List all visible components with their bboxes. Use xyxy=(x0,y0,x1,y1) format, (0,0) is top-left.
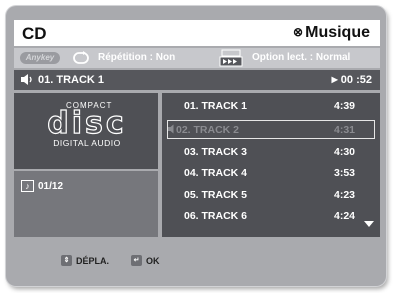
scroll-down-icon[interactable] xyxy=(364,221,374,227)
elapsed-time: ▶ 00 :52 xyxy=(332,74,372,86)
ok-label: OK xyxy=(146,255,160,266)
speaker-icon xyxy=(20,73,34,89)
up-down-arrows-icon: ⇕ xyxy=(61,255,72,266)
track-name: 05. TRACK 5 xyxy=(184,189,248,201)
play-option-icon xyxy=(219,49,243,70)
ok-hint: ↵ OK xyxy=(131,255,160,266)
track-duration: 4:24 xyxy=(333,210,355,222)
logo-digital-audio-text: DIGITAL AUDIO xyxy=(53,138,121,148)
disc-symbol-icon: ⊗ xyxy=(293,25,304,39)
track-duration: 4:30 xyxy=(333,146,355,158)
move-hint: ⇕ DÉPLA. xyxy=(61,255,109,266)
elapsed-time-value: 00 :52 xyxy=(340,74,372,86)
repeat-icon xyxy=(71,51,91,68)
track-counter: 01/12 xyxy=(38,181,64,192)
move-label: DÉPLA. xyxy=(76,255,110,266)
now-playing-track: 01. TRACK 1 xyxy=(38,74,105,86)
track-row[interactable]: 05. TRACK 5 4:23 xyxy=(168,186,374,203)
track-row[interactable]: 04. TRACK 4 3:53 xyxy=(168,164,374,181)
play-icon: ▶ xyxy=(331,75,338,84)
track-name: 06. TRACK 6 xyxy=(184,210,248,222)
disc-logo-panel: COMPACT disc DIGITAL AUDIO xyxy=(14,93,158,169)
track-count-panel: ♪ 01/12 xyxy=(14,171,158,237)
track-name: 02. TRACK 2 xyxy=(176,124,240,136)
enter-key-icon: ↵ xyxy=(131,255,142,266)
title-bar: CD ⊗ Musique xyxy=(14,20,380,46)
track-duration: 4:23 xyxy=(333,189,355,201)
track-duration: 4:31 xyxy=(333,124,355,136)
mode-title: ⊗ Musique xyxy=(293,24,370,42)
logo-disc-text: disc xyxy=(47,106,127,141)
track-duration: 4:39 xyxy=(333,100,355,112)
track-row-selected[interactable]: 02. TRACK 2 4:31 xyxy=(167,120,375,139)
now-playing-bar: 01. TRACK 1 ▶ 00 :52 xyxy=(14,70,380,90)
track-row[interactable]: 01. TRACK 1 4:39 xyxy=(168,97,374,114)
track-name: 03. TRACK 3 xyxy=(184,146,248,158)
play-option-setting[interactable]: Option lect. : Normal xyxy=(252,52,350,63)
track-name: 04. TRACK 4 xyxy=(184,167,248,179)
footer-hints: ⇕ DÉPLA. ↵ OK xyxy=(14,246,380,276)
page-title: CD xyxy=(22,24,47,43)
options-bar: Anykey Répétition : Non Option lect. : N… xyxy=(14,48,380,68)
track-list[interactable]: 01. TRACK 1 4:39 02. TRACK 2 4:31 03. TR… xyxy=(162,93,380,237)
mode-label: Musique xyxy=(305,24,370,41)
track-name: 01. TRACK 1 xyxy=(184,100,248,112)
track-row[interactable]: 03. TRACK 3 4:30 xyxy=(168,143,374,160)
track-duration: 3:53 xyxy=(333,167,355,179)
compact-disc-logo: COMPACT disc DIGITAL AUDIO xyxy=(42,101,132,148)
anykey-button[interactable]: Anykey xyxy=(20,52,60,64)
track-row[interactable]: 06. TRACK 6 4:24 xyxy=(168,207,374,224)
repeat-setting[interactable]: Répétition : Non xyxy=(98,52,175,63)
music-note-icon: ♪ xyxy=(21,180,34,192)
